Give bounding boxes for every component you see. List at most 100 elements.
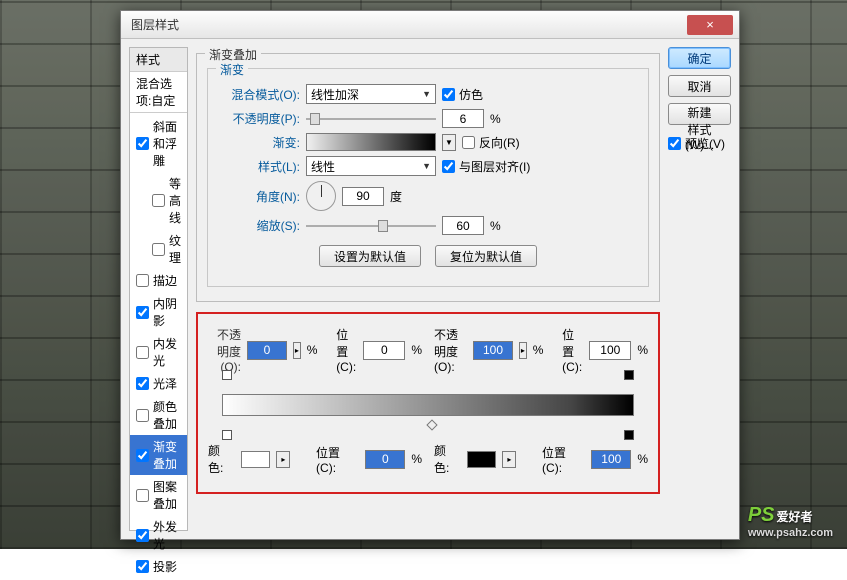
gradient-ramp[interactable] <box>216 382 640 438</box>
dither-checkbox[interactable]: 仿色 <box>442 86 483 103</box>
opacity-label: 不透明度(P): <box>220 110 300 127</box>
style-checkbox[interactable] <box>136 409 149 422</box>
close-button[interactable]: × <box>687 15 733 35</box>
style-label: 光泽 <box>153 375 177 392</box>
color-pos-left-label: 位置(C): <box>316 444 359 475</box>
style-label: 颜色叠加 <box>153 398 181 432</box>
style-item-10[interactable]: 外发光 <box>130 515 187 555</box>
scale-label: 缩放(S): <box>220 217 300 234</box>
styles-panel: 样式 混合选项:自定 斜面和浮雕等高线纹理描边内阴影内发光光泽颜色叠加渐变叠加图… <box>129 47 188 531</box>
style-label: 样式(L): <box>220 158 300 175</box>
stepper-icon[interactable]: ▸ <box>502 451 516 468</box>
style-label: 内发光 <box>153 335 181 369</box>
opacity-slider[interactable] <box>306 112 436 126</box>
gradient-bar[interactable] <box>222 394 634 416</box>
pos-right-input[interactable] <box>589 341 631 360</box>
style-item-6[interactable]: 光泽 <box>130 372 187 395</box>
preview-checkbox[interactable]: 预览(V) <box>668 135 731 152</box>
layer-style-dialog: 图层样式 × 样式 混合选项:自定 斜面和浮雕等高线纹理描边内阴影内发光光泽颜色… <box>120 10 740 540</box>
style-item-7[interactable]: 颜色叠加 <box>130 395 187 435</box>
reverse-checkbox[interactable]: 反向(R) <box>462 134 520 151</box>
main-panel: 渐变叠加 渐变 混合模式(O): 线性加深▼ 仿色 不透明度(P): % <box>196 47 660 531</box>
opacity-left-label: 不透明度(O): <box>208 326 241 374</box>
opacity-right-label: 不透明度(O): <box>434 326 467 374</box>
style-combo[interactable]: 线性▼ <box>306 156 436 176</box>
style-checkbox[interactable] <box>136 489 149 502</box>
color-stop-left[interactable] <box>222 430 232 440</box>
style-item-1[interactable]: 等高线 <box>130 172 187 229</box>
style-label: 纹理 <box>169 232 181 266</box>
color-right-swatch[interactable] <box>467 451 497 468</box>
style-checkbox[interactable] <box>136 560 149 573</box>
style-label: 斜面和浮雕 <box>153 118 181 169</box>
style-checkbox[interactable] <box>152 243 165 256</box>
ok-button[interactable]: 确定 <box>668 47 731 69</box>
style-label: 等高线 <box>169 175 181 226</box>
gradient-label: 渐变: <box>220 134 300 151</box>
gradient-dropdown[interactable]: ▼ <box>442 134 456 151</box>
style-item-8[interactable]: 渐变叠加 <box>130 435 187 475</box>
style-label: 外发光 <box>153 518 181 552</box>
style-item-0[interactable]: 斜面和浮雕 <box>130 115 187 172</box>
color-pos-left-input[interactable] <box>365 450 405 469</box>
gradient-swatch[interactable] <box>306 133 436 151</box>
style-checkbox[interactable] <box>136 346 149 359</box>
style-checkbox[interactable] <box>136 137 149 150</box>
stepper-icon[interactable]: ▸ <box>276 451 290 468</box>
style-label: 内阴影 <box>153 295 181 329</box>
style-checkbox[interactable] <box>136 449 149 462</box>
style-item-4[interactable]: 内阴影 <box>130 292 187 332</box>
watermark-logo: PS <box>748 504 775 526</box>
opacity-left-input[interactable] <box>247 341 287 360</box>
color-pos-right-label: 位置(C): <box>542 444 585 475</box>
opacity-input[interactable] <box>442 109 484 128</box>
style-checkbox[interactable] <box>152 194 165 207</box>
style-item-3[interactable]: 描边 <box>130 269 187 292</box>
style-checkbox[interactable] <box>136 274 149 287</box>
make-default-button[interactable]: 设置为默认值 <box>319 245 421 267</box>
opacity-stop-left[interactable] <box>222 370 232 380</box>
gradient-editor-highlight: 不透明度(O): ▸ % 位置(C): % 不透明度(O): ▸ % 位置(C)… <box>196 312 660 494</box>
pos-right-label: 位置(C): <box>562 326 583 374</box>
style-item-9[interactable]: 图案叠加 <box>130 475 187 515</box>
angle-label: 角度(N): <box>220 188 300 205</box>
pos-left-input[interactable] <box>363 341 405 360</box>
scale-slider[interactable] <box>306 219 436 233</box>
style-item-11[interactable]: 投影 <box>130 555 187 578</box>
style-checkbox[interactable] <box>136 377 149 390</box>
style-item-5[interactable]: 内发光 <box>130 332 187 372</box>
style-label: 投影 <box>153 558 177 575</box>
blend-mode-label: 混合模式(O): <box>220 86 300 103</box>
dialog-title: 图层样式 <box>131 16 179 33</box>
reset-default-button[interactable]: 复位为默认值 <box>435 245 537 267</box>
style-label: 描边 <box>153 272 177 289</box>
chevron-down-icon: ▼ <box>422 89 431 99</box>
align-checkbox[interactable]: 与图层对齐(I) <box>442 158 530 175</box>
style-checkbox[interactable] <box>136 529 149 542</box>
pos-left-label: 位置(C): <box>336 326 357 374</box>
style-item-2[interactable]: 纹理 <box>130 229 187 269</box>
opacity-right-input[interactable] <box>473 341 513 360</box>
scale-input[interactable] <box>442 216 484 235</box>
styles-header[interactable]: 样式 <box>130 48 187 72</box>
style-label: 渐变叠加 <box>153 438 181 472</box>
blend-options-row[interactable]: 混合选项:自定 <box>130 72 187 113</box>
style-label: 图案叠加 <box>153 478 181 512</box>
color-left-swatch[interactable] <box>241 451 271 468</box>
style-checkbox[interactable] <box>136 306 149 319</box>
cancel-button[interactable]: 取消 <box>668 75 731 97</box>
dialog-buttons: 确定 取消 新建样式(W)... 预览(V) <box>668 47 731 531</box>
titlebar[interactable]: 图层样式 × <box>121 11 739 39</box>
chevron-down-icon: ▼ <box>422 161 431 171</box>
angle-input[interactable] <box>342 187 384 206</box>
new-style-button[interactable]: 新建样式(W)... <box>668 103 731 125</box>
gradient-inner-group: 渐变 混合模式(O): 线性加深▼ 仿色 不透明度(P): % 渐变: <box>207 68 649 287</box>
color-pos-right-input[interactable] <box>591 450 631 469</box>
color-stop-right[interactable] <box>624 430 634 440</box>
blend-mode-combo[interactable]: 线性加深▼ <box>306 84 436 104</box>
stepper-icon[interactable]: ▸ <box>293 342 301 359</box>
angle-dial[interactable] <box>306 181 336 211</box>
stepper-icon[interactable]: ▸ <box>519 342 527 359</box>
watermark-url: www.psahz.com <box>748 527 833 539</box>
opacity-stop-right[interactable] <box>624 370 634 380</box>
